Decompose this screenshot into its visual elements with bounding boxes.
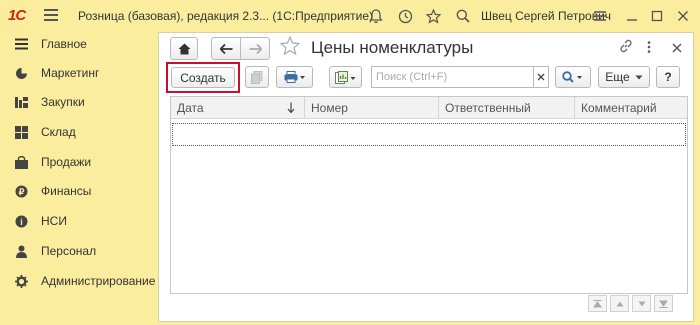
next-page-button[interactable] xyxy=(632,295,651,312)
create-button-highlight: Создать xyxy=(166,62,240,93)
sidebar-item-label: Закупки xyxy=(41,95,85,109)
favorite-star-icon[interactable] xyxy=(279,35,301,61)
sidebar-item-warehouse[interactable]: Склад xyxy=(0,120,158,144)
sidebar-item-label: Склад xyxy=(41,125,76,139)
sidebar-item-finance[interactable]: ₽ Финансы xyxy=(0,179,158,203)
sidebar-item-personnel[interactable]: Персонал xyxy=(0,239,158,263)
sidebar-item-label: Персонал xyxy=(41,244,97,258)
copy-button[interactable] xyxy=(245,66,269,88)
sidebar-item-label: Продажи xyxy=(41,155,92,169)
sidebar-item-administration[interactable]: Администрирование xyxy=(0,269,158,293)
cart-icon xyxy=(14,155,28,169)
form-panel: Цены номенклатуры Создать Поиск (Ctrl+F)… xyxy=(158,32,694,322)
help-button[interactable]: ? xyxy=(656,66,680,88)
column-header-responsible[interactable]: Ответственный xyxy=(439,97,575,119)
bell-icon[interactable] xyxy=(366,6,386,26)
table-row[interactable] xyxy=(172,123,686,146)
first-page-button[interactable] xyxy=(588,295,607,312)
home-button[interactable] xyxy=(170,37,198,60)
more-button-label: Еще xyxy=(605,70,630,84)
search-input[interactable]: Поиск (Ctrl+F) xyxy=(371,66,534,88)
settings-menu-icon[interactable] xyxy=(590,6,610,26)
svg-text:₽: ₽ xyxy=(18,187,24,197)
search-icon[interactable] xyxy=(453,6,473,26)
app-logo: 1С xyxy=(8,7,26,24)
sidebar-item-label: Финансы xyxy=(41,184,92,198)
sidebar-item-sales[interactable]: Продажи xyxy=(0,150,158,174)
pie-icon xyxy=(14,66,28,80)
more-button[interactable]: Еще xyxy=(598,66,650,88)
gear-icon xyxy=(14,274,28,288)
form-title: Цены номенклатуры xyxy=(311,38,474,57)
print-button[interactable] xyxy=(276,66,313,88)
clear-icon xyxy=(537,73,545,81)
purchase-icon xyxy=(14,95,28,109)
app-title: Розница (базовая), редакция 2.3... (1С:П… xyxy=(78,9,374,23)
sidebar-item-nsi[interactable]: i НСИ xyxy=(0,209,158,233)
copy-icon xyxy=(251,70,263,84)
create-button[interactable]: Создать xyxy=(171,67,235,88)
close-form-icon[interactable] xyxy=(672,40,682,56)
prev-page-button[interactable] xyxy=(610,295,629,312)
main-menu-icon[interactable] xyxy=(44,9,58,24)
forward-button[interactable] xyxy=(240,37,270,60)
sidebar: Главное Маркетинг Закупки Склад Продажи … xyxy=(0,32,158,325)
minimize-icon[interactable] xyxy=(622,6,642,26)
link-icon[interactable] xyxy=(619,39,633,56)
finance-icon: ₽ xyxy=(14,184,28,198)
last-page-button[interactable] xyxy=(654,295,673,312)
person-icon xyxy=(14,244,28,258)
sidebar-item-label: Главное xyxy=(41,37,87,51)
search-clear-button[interactable] xyxy=(534,66,549,88)
menu-icon xyxy=(14,37,28,51)
print-icon xyxy=(284,71,305,83)
search-icon xyxy=(562,71,582,83)
arrow-left-icon xyxy=(219,43,232,54)
title-bar: 1С Розница (базовая), редакция 2.3... (1… xyxy=(0,0,700,32)
sort-descending-icon xyxy=(287,102,295,116)
close-icon[interactable] xyxy=(673,6,693,26)
back-button[interactable] xyxy=(211,37,241,60)
documents-table: Дата Номер Ответственный Комментарий xyxy=(170,96,688,294)
sidebar-item-marketing[interactable]: Маркетинг xyxy=(0,61,158,85)
favorites-star-icon[interactable] xyxy=(423,6,443,26)
warehouse-icon xyxy=(14,125,28,139)
column-header-number[interactable]: Номер xyxy=(305,97,439,119)
column-header-comment[interactable]: Комментарий xyxy=(575,97,687,119)
chevron-down-icon xyxy=(635,75,643,79)
table-header: Дата Номер Ответственный Комментарий xyxy=(171,97,687,119)
sidebar-item-label: Администрирование xyxy=(41,274,156,288)
table-pager xyxy=(588,295,673,312)
sidebar-item-main[interactable]: Главное xyxy=(0,32,158,56)
sidebar-item-label: НСИ xyxy=(41,214,67,228)
home-icon xyxy=(178,43,190,54)
sidebar-item-purchases[interactable]: Закупки xyxy=(0,90,158,114)
svg-text:i: i xyxy=(20,217,23,227)
arrow-right-icon xyxy=(249,43,262,54)
maximize-icon[interactable] xyxy=(647,6,667,26)
nsi-icon: i xyxy=(14,214,28,228)
sidebar-item-label: Маркетинг xyxy=(41,66,100,80)
report-button[interactable] xyxy=(329,66,362,88)
report-icon xyxy=(334,70,355,84)
column-header-date[interactable]: Дата xyxy=(171,97,305,119)
history-icon[interactable] xyxy=(395,6,415,26)
search-options-button[interactable] xyxy=(555,66,591,88)
more-actions-icon[interactable] xyxy=(647,40,651,56)
